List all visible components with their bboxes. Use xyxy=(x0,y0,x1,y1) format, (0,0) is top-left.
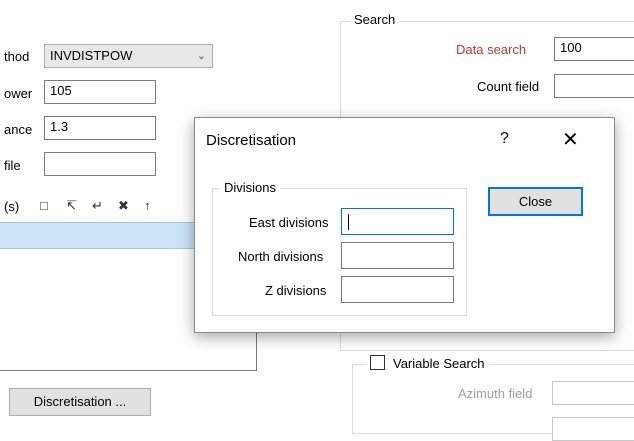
method-select[interactable]: INVDISTPOW ⌄ xyxy=(44,44,213,68)
insert-row-icon[interactable]: ↸ xyxy=(66,198,77,214)
method-value: INVDISTPOW xyxy=(50,48,133,63)
move-up-icon[interactable]: ↑ xyxy=(144,198,151,213)
east-divisions-label: East divisions xyxy=(249,215,329,230)
data-search-label: Data search xyxy=(456,42,527,57)
new-page-icon[interactable]: □ xyxy=(40,198,48,213)
north-divisions-label: North divisions xyxy=(238,249,324,264)
chevron-down-icon: ⌄ xyxy=(196,50,206,62)
search-group-title: Search xyxy=(350,12,400,27)
east-divisions-input[interactable] xyxy=(341,208,454,235)
discretisation-button[interactable]: Discretisation ... xyxy=(9,388,151,416)
azimuth-field-label: Azimuth field xyxy=(458,386,533,401)
data-search-input[interactable]: 100 xyxy=(554,37,634,61)
file-label: file xyxy=(4,158,21,173)
variable-search-title: Variable Search xyxy=(366,355,489,371)
power-input[interactable]: 105 xyxy=(44,80,156,104)
tolerance-label: ance xyxy=(4,122,33,137)
tolerance-input[interactable]: 1.3 xyxy=(44,116,156,140)
close-button[interactable]: Close xyxy=(488,187,583,216)
dialog-title: Discretisation xyxy=(206,132,297,149)
next-field-input[interactable] xyxy=(552,417,634,441)
toolbar-label: (s) xyxy=(4,199,20,214)
discretisation-dialog: Discretisation ? ✕ Divisions East divisi… xyxy=(194,117,615,333)
azimuth-field-input[interactable] xyxy=(552,381,634,405)
north-divisions-input[interactable] xyxy=(341,242,454,269)
z-divisions-label: Z divisions xyxy=(265,283,327,298)
text-cursor xyxy=(348,214,349,230)
divisions-group-title: Divisions xyxy=(220,180,281,195)
count-field-label: Count field xyxy=(477,79,540,94)
help-button[interactable]: ? xyxy=(500,130,509,148)
count-field-input[interactable] xyxy=(554,74,634,98)
append-row-icon[interactable]: ↵ xyxy=(92,198,103,214)
z-divisions-input[interactable] xyxy=(341,276,454,303)
file-input[interactable] xyxy=(44,152,156,176)
variable-search-label: Variable Search xyxy=(393,356,485,371)
method-label: thod xyxy=(4,49,30,64)
delete-icon[interactable]: ✖ xyxy=(118,198,129,214)
power-label: ower xyxy=(4,86,33,101)
close-icon[interactable]: ✕ xyxy=(562,127,579,152)
variable-search-checkbox[interactable] xyxy=(370,355,385,370)
